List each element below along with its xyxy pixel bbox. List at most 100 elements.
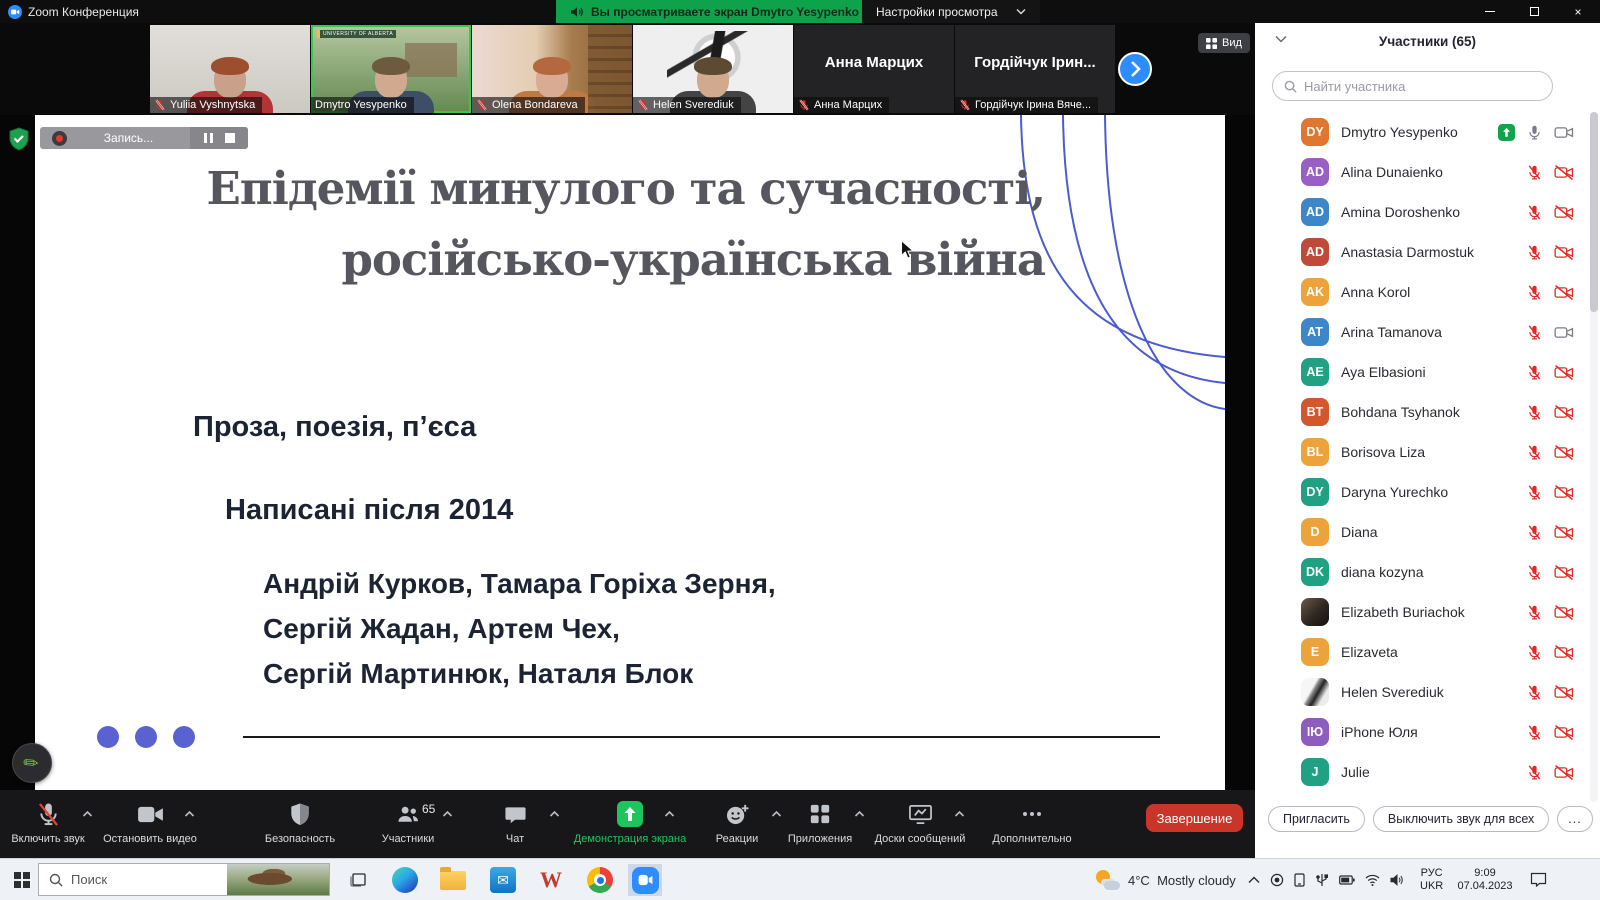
participant-name: Elizabeth Buriachok bbox=[1341, 604, 1526, 620]
taskbar-app-mail[interactable]: ✉ bbox=[486, 864, 520, 896]
toolbar-item-more[interactable]: Дополнительно bbox=[966, 790, 1098, 858]
mic-muted-icon bbox=[1526, 244, 1543, 261]
participant-video-tile[interactable]: Анна Марцих Анна Марцих bbox=[794, 25, 954, 113]
tile-name-label: Анна Марцих bbox=[794, 97, 889, 113]
toolbar-item-chat[interactable]: Чат bbox=[449, 790, 581, 858]
participant-search-box[interactable] bbox=[1272, 71, 1553, 101]
tray-record-icon[interactable] bbox=[1270, 873, 1284, 887]
close-button[interactable]: × bbox=[1556, 0, 1600, 23]
participant-row[interactable]: AD Amina Doroshenko bbox=[1255, 192, 1600, 232]
task-view-button[interactable] bbox=[341, 864, 375, 896]
view-settings-button[interactable]: Настройки просмотра bbox=[862, 0, 1040, 23]
taskbar-weather[interactable]: 4°C Mostly cloudy bbox=[1096, 859, 1236, 900]
language-indicator[interactable]: РУС UKR bbox=[1420, 859, 1443, 900]
participant-row[interactable]: Helen Sverediuk bbox=[1255, 672, 1600, 712]
chevron-up-icon[interactable] bbox=[549, 810, 560, 818]
slide-title-line1: Епідемії минулого та сучасності, bbox=[145, 153, 1045, 224]
pause-recording-button[interactable] bbox=[204, 133, 213, 143]
avatar: J bbox=[1301, 758, 1329, 786]
participant-row[interactable]: E Elizaveta bbox=[1255, 632, 1600, 672]
annotation-pencil-button[interactable]: ✎ bbox=[12, 743, 52, 783]
view-mode-button[interactable]: Вид bbox=[1198, 33, 1250, 53]
taskbar-app-edge[interactable] bbox=[388, 864, 422, 896]
camera-icon bbox=[137, 804, 164, 825]
tile-display-name: Анна Марцих bbox=[794, 25, 954, 99]
participant-row[interactable]: DY Daryna Yurechko bbox=[1255, 472, 1600, 512]
taskbar-search-box[interactable] bbox=[38, 863, 330, 896]
chrome-icon bbox=[587, 867, 613, 893]
maximize-button[interactable] bbox=[1512, 0, 1556, 23]
participant-name: Elizaveta bbox=[1341, 644, 1526, 660]
tile-name-label: Dmytro Yesypenko bbox=[311, 97, 414, 113]
taskbar-app-word[interactable]: W bbox=[534, 864, 568, 896]
participant-name: Arina Tamanova bbox=[1341, 324, 1526, 340]
tray-wifi-icon[interactable] bbox=[1365, 874, 1380, 886]
clock-date: 07.04.2023 bbox=[1455, 880, 1515, 893]
participant-row[interactable]: ІЮ iPhone Юля bbox=[1255, 712, 1600, 752]
mic-muted-icon bbox=[1526, 764, 1543, 781]
taskbar-app-chrome[interactable] bbox=[583, 864, 617, 896]
participant-video-tile[interactable]: Yuliia Vyshnytska bbox=[150, 25, 310, 113]
tray-volume-icon[interactable] bbox=[1390, 874, 1404, 886]
minimize-button[interactable] bbox=[1468, 0, 1512, 23]
participant-row[interactable]: Elizabeth Buriachok bbox=[1255, 592, 1600, 632]
mic-muted-icon bbox=[959, 99, 971, 111]
slide-decorative-dots bbox=[97, 726, 195, 748]
participant-status-icons bbox=[1526, 524, 1574, 541]
participant-search-input[interactable] bbox=[1304, 79, 1541, 94]
camera-off-icon bbox=[1554, 484, 1574, 501]
participant-row[interactable]: AT Arina Tamanova bbox=[1255, 312, 1600, 352]
action-center-icon[interactable] bbox=[1530, 872, 1547, 887]
participant-status-icons bbox=[1498, 124, 1574, 141]
taskbar-clock[interactable]: 9:09 07.04.2023 bbox=[1455, 859, 1515, 900]
collapse-panel-icon[interactable] bbox=[1275, 35, 1287, 43]
participant-row[interactable]: AK Anna Korol bbox=[1255, 272, 1600, 312]
tray-battery-icon[interactable] bbox=[1339, 875, 1355, 885]
participant-row[interactable]: BL Borisova Liza bbox=[1255, 432, 1600, 472]
start-button[interactable] bbox=[14, 872, 30, 888]
participant-name: Borisova Liza bbox=[1341, 444, 1526, 460]
panel-more-button[interactable]: ... bbox=[1557, 806, 1592, 832]
participant-status-icons bbox=[1526, 564, 1574, 581]
participant-video-tile[interactable]: Helen Sverediuk bbox=[633, 25, 793, 113]
participant-row[interactable]: AD Alina Dunaienko bbox=[1255, 152, 1600, 192]
toolbar-item-camera[interactable]: Остановить видео bbox=[84, 790, 216, 858]
participant-row[interactable]: D Diana bbox=[1255, 512, 1600, 552]
taskbar-app-file-explorer[interactable] bbox=[436, 864, 470, 896]
mute-all-button[interactable]: Выключить звук для всех bbox=[1373, 806, 1549, 832]
next-participants-page-button[interactable] bbox=[1118, 52, 1152, 86]
taskbar-search-input[interactable] bbox=[71, 872, 201, 887]
participant-row[interactable]: AE Aya Elbasioni bbox=[1255, 352, 1600, 392]
participant-row[interactable]: BT Bohdana Tsyhanok bbox=[1255, 392, 1600, 432]
camera-on-icon bbox=[1554, 124, 1574, 141]
mic-muted-icon bbox=[1526, 164, 1543, 181]
avatar: DK bbox=[1301, 558, 1329, 586]
participant-row[interactable]: DY Dmytro Yesypenko bbox=[1255, 112, 1600, 152]
stop-recording-button[interactable] bbox=[225, 133, 235, 143]
zoom-app-icon bbox=[8, 5, 22, 19]
participant-video-tile[interactable]: UNIVERSITY OF ALBERTA Dmytro Yesypenko bbox=[311, 25, 471, 113]
participant-name: Alina Dunaienko bbox=[1341, 164, 1526, 180]
participant-row[interactable]: J Julie bbox=[1255, 752, 1600, 792]
participant-video-tile[interactable]: Гордійчук Ірин... Гордійчук Ірина Вяче..… bbox=[955, 25, 1115, 113]
participant-row[interactable]: AD Anastasia Darmostuk bbox=[1255, 232, 1600, 272]
participants-scrollbar bbox=[1590, 112, 1598, 802]
participant-status-icons bbox=[1526, 164, 1574, 181]
camera-off-icon bbox=[1554, 244, 1574, 261]
mic-muted-icon bbox=[476, 99, 488, 111]
tray-expand-icon[interactable] bbox=[1248, 876, 1260, 884]
taskbar-app-zoom[interactable] bbox=[628, 864, 662, 896]
participants-list: DY Dmytro Yesypenko AD Alina Dunaienko A… bbox=[1255, 112, 1600, 792]
end-meeting-button[interactable]: Завершение bbox=[1146, 804, 1243, 832]
tray-device-icon[interactable] bbox=[1294, 873, 1305, 887]
scrollbar-thumb[interactable] bbox=[1590, 112, 1598, 312]
camera-off-icon bbox=[1554, 164, 1574, 181]
participant-row[interactable]: DK diana kozyna bbox=[1255, 552, 1600, 592]
tray-usb-icon[interactable] bbox=[1315, 873, 1329, 887]
camera-off-icon bbox=[1554, 404, 1574, 421]
chevron-up-icon[interactable] bbox=[954, 810, 965, 818]
invite-button[interactable]: Пригласить bbox=[1268, 806, 1365, 832]
chevron-up-icon[interactable] bbox=[184, 810, 195, 818]
participant-video-tile[interactable]: Olena Bondareva bbox=[472, 25, 632, 113]
mic-muted-icon bbox=[798, 99, 810, 111]
